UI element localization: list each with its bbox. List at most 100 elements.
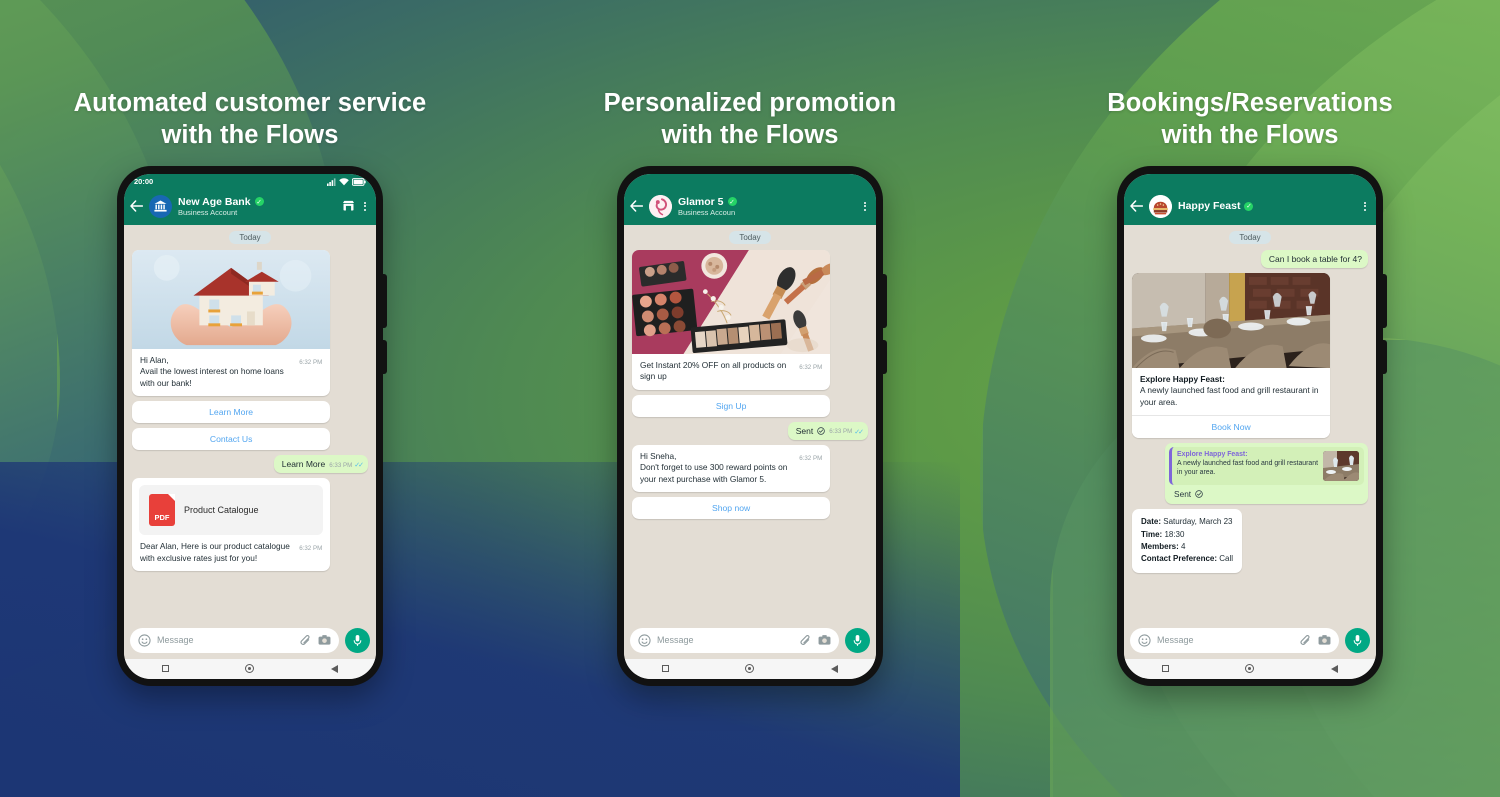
message-bubble-booking-question[interactable]: Can I book a table for 4? (1260, 249, 1368, 268)
battery-icon (352, 177, 366, 186)
showcase-columns: Automated customer service with the Flow… (0, 0, 1500, 797)
message-input-placeholder[interactable]: Message (1157, 635, 1293, 645)
paperclip-icon[interactable] (1299, 634, 1312, 647)
home-circle-icon[interactable] (745, 664, 755, 674)
emoji-icon[interactable] (1138, 634, 1151, 647)
overflow-menu-icon[interactable] (362, 200, 368, 213)
back-triangle-icon[interactable] (830, 664, 838, 673)
message-bubble-outgoing-learn-more[interactable]: Learn More 6:33 PM ✓✓ (273, 455, 368, 474)
android-nav-bar (1124, 658, 1376, 679)
chat-message-list: Today Can I book a table for 4? Explore … (1124, 224, 1376, 623)
booking-details-card[interactable]: Date: Saturday, March 23 Time: 18:30 Mem… (1132, 509, 1243, 573)
sent-check-circle-icon (1195, 490, 1203, 498)
avatar[interactable] (649, 194, 672, 218)
camera-icon[interactable] (818, 634, 831, 646)
avatar[interactable] (149, 194, 172, 218)
chat-header[interactable]: New Age Bank ✓ Business Account (124, 189, 376, 225)
detail-row: Date: Saturday, March 23 (1141, 516, 1233, 528)
message-bubble-quoted-reply[interactable]: Explore Happy Feast: A newly launched fa… (1165, 443, 1368, 505)
camera-icon[interactable] (1318, 634, 1331, 646)
message-timestamp: 6:32 PM (299, 545, 323, 553)
message-text: Sent (1174, 489, 1192, 500)
android-nav-bar (124, 658, 376, 679)
phone-screen: 20:00 New Age Bank ✓ Business Account To… (124, 173, 376, 679)
message-composer[interactable]: Message (624, 622, 876, 659)
emoji-icon[interactable] (138, 634, 151, 647)
home-circle-icon[interactable] (245, 664, 255, 674)
message-input-pill[interactable]: Message (1130, 627, 1339, 653)
chat-header[interactable]: Glamor 5 ✓ Business Accoun (624, 189, 876, 225)
message-input-placeholder[interactable]: Message (157, 635, 293, 645)
day-divider: Today (729, 230, 771, 244)
detail-label: Time: (1141, 529, 1163, 539)
bank-building-icon (154, 200, 167, 212)
message-text-wrap: Explore Happy Feast: A newly launched fa… (1132, 368, 1330, 415)
square-icon[interactable] (1162, 665, 1170, 673)
back-arrow-icon[interactable] (630, 200, 643, 212)
back-arrow-icon[interactable] (130, 200, 143, 212)
column-title: Automated customer service with the Flow… (73, 89, 427, 149)
message-bubble-loan-offer[interactable]: 6:32 PM Hi Alan, Avail the lowest intere… (132, 249, 331, 397)
camera-icon[interactable] (318, 634, 331, 646)
detail-label: Members: (1141, 541, 1179, 551)
message-meta: 6:33 PM ✓✓ (829, 428, 864, 436)
restaurant-table-thumb-icon (1323, 451, 1359, 482)
column-title: Personalized promotion with the Flows (603, 89, 897, 149)
back-triangle-icon[interactable] (1330, 664, 1338, 673)
status-bar-time: 20:00 (134, 177, 154, 187)
paperclip-icon[interactable] (799, 634, 812, 647)
quick-reply-shop-now[interactable]: Shop now (632, 497, 831, 519)
day-divider: Today (1229, 230, 1271, 244)
detail-label: Date: (1141, 517, 1162, 527)
avatar[interactable] (1149, 194, 1172, 218)
message-input-placeholder[interactable]: Message (657, 635, 793, 645)
quick-reply-learn-more[interactable]: Learn More (132, 401, 331, 424)
message-bubble-product-catalogue[interactable]: PDF Product Catalogue 6:32 PM Dear Alan,… (132, 478, 331, 572)
header-actions (342, 200, 368, 213)
phone-mockup: Happy Feast ✓ Today Can I book a table f… (1117, 165, 1387, 686)
column-automated-customer-service: Automated customer service with the Flow… (35, 88, 465, 686)
chat-header[interactable]: Happy Feast ✓ (1124, 189, 1376, 225)
quick-reply-sign-up[interactable]: Sign Up (632, 394, 831, 417)
quoted-reply-status: Sent (1169, 485, 1364, 500)
message-timestamp: 6:32 PM (799, 454, 823, 462)
message-text: Can I book a table for 4? (1268, 253, 1362, 264)
voice-record-button[interactable] (1345, 627, 1370, 653)
square-icon[interactable] (162, 665, 170, 673)
message-timestamp: 6:32 PM (299, 358, 323, 366)
voice-record-button[interactable] (345, 627, 370, 653)
message-bubble-promo-offer[interactable]: 6:32 PM Get Instant 20% OFF on all produ… (632, 249, 831, 390)
message-composer[interactable]: Message (1124, 622, 1376, 659)
status-bar: 20:00 (124, 173, 376, 190)
message-bubble-reward-points[interactable]: 6:32 PM Hi Sneha, Don't forget to use 30… (632, 444, 831, 492)
storefront-icon[interactable] (342, 200, 355, 212)
message-bubble-restaurant-card[interactable]: Explore Happy Feast: A newly launched fa… (1132, 272, 1331, 439)
emoji-icon[interactable] (638, 634, 651, 647)
paperclip-icon[interactable] (299, 634, 312, 647)
quoted-title: Explore Happy Feast: (1177, 451, 1248, 459)
phone-volume-button (883, 273, 887, 328)
back-arrow-icon[interactable] (1130, 200, 1143, 212)
message-input-pill[interactable]: Message (130, 627, 339, 653)
message-bubble-outgoing-sent[interactable]: Sent 6:33 PM ✓✓ (787, 421, 868, 440)
verified-badge-icon: ✓ (727, 197, 737, 207)
contact-subtitle: Business Account (178, 207, 238, 217)
phone-power-button (883, 339, 887, 374)
message-composer[interactable]: Message (124, 622, 376, 659)
quick-reply-contact-us[interactable]: Contact Us (132, 428, 331, 451)
pdf-file-name: Product Catalogue (184, 505, 259, 516)
voice-record-button[interactable] (845, 627, 870, 653)
detail-row: Time: 18:30 (1141, 529, 1233, 541)
quoted-message[interactable]: Explore Happy Feast: A newly launched fa… (1169, 447, 1364, 486)
phone-volume-button (383, 273, 387, 328)
home-circle-icon[interactable] (1245, 664, 1255, 674)
card-action-book-now[interactable]: Book Now (1132, 415, 1331, 439)
status-bar (624, 173, 876, 190)
back-triangle-icon[interactable] (330, 664, 338, 673)
phone-mockup: Glamor 5 ✓ Business Accoun Today 6:32 PM… (617, 165, 887, 686)
overflow-menu-icon[interactable] (862, 200, 868, 213)
pdf-attachment[interactable]: PDF Product Catalogue (132, 478, 330, 536)
square-icon[interactable] (662, 665, 670, 673)
message-input-pill[interactable]: Message (630, 627, 839, 653)
overflow-menu-icon[interactable] (1362, 200, 1368, 213)
